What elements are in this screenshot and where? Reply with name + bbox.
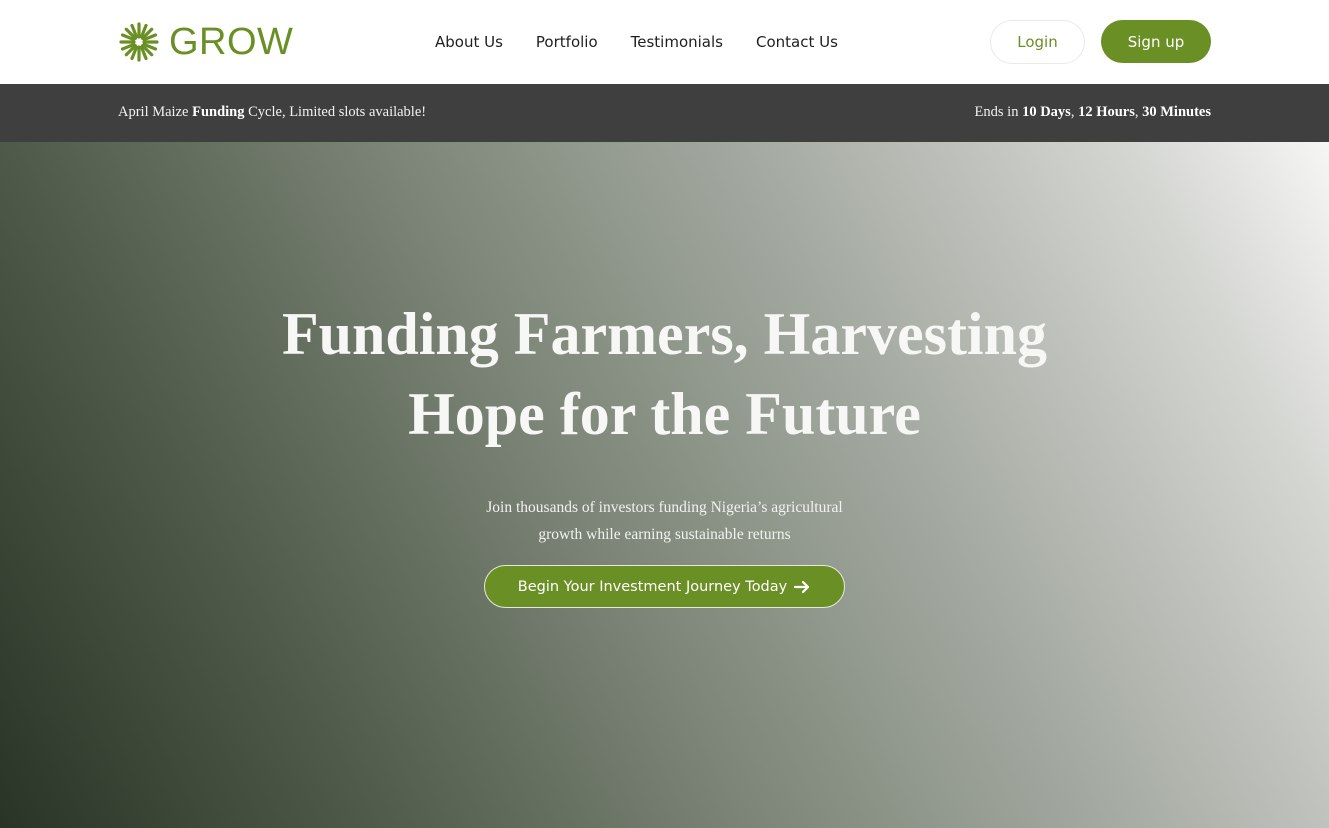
countdown: Ends in 10 Days, 12 Hours, 30 Minutes — [975, 104, 1211, 121]
arrow-right-icon — [793, 580, 811, 594]
countdown-days: 10 Days — [1022, 104, 1071, 120]
countdown-prefix: Ends in — [974, 104, 1023, 120]
login-button[interactable]: Login — [990, 20, 1085, 64]
announcement-message: April Maize Funding Cycle, Limited slots… — [118, 104, 426, 121]
hero-title-line-1: Funding Farmers, Harvesting — [282, 301, 1047, 367]
main-nav: About Us Portfolio Testimonials Contact … — [435, 31, 838, 53]
cta-label: Begin Your Investment Journey Today — [517, 578, 788, 595]
nav-link-about-us[interactable]: About Us — [435, 31, 503, 53]
countdown-separator: , — [1070, 104, 1079, 120]
nav-link-testimonials[interactable]: Testimonials — [631, 31, 723, 53]
announcement-prefix: April Maize — [118, 104, 193, 120]
begin-investment-button[interactable]: Begin Your Investment Journey Today — [484, 565, 845, 608]
hero-title-line-2: Hope for the Future — [408, 381, 921, 447]
hero-subtitle-line-1: Join thousands of investors funding Nige… — [486, 498, 843, 516]
site-header: GROW About Us Portfolio Testimonials Con… — [0, 0, 1329, 84]
announcement-suffix: Cycle, Limited slots available! — [244, 104, 427, 120]
logo-text: GROW — [169, 21, 294, 63]
hero-title: Funding Farmers, Harvesting Hope for the… — [0, 294, 1329, 454]
hero-subtitle: Join thousands of investors funding Nige… — [0, 494, 1329, 548]
sunburst-icon — [117, 20, 161, 64]
countdown-hours: 12 Hours — [1078, 104, 1135, 120]
announcement-highlight: Funding — [192, 104, 245, 120]
countdown-minutes: 30 Minutes — [1142, 104, 1211, 120]
nav-link-portfolio[interactable]: Portfolio — [536, 31, 598, 53]
hero-subtitle-line-2: growth while earning sustainable returns — [538, 525, 791, 543]
signup-button[interactable]: Sign up — [1101, 20, 1211, 63]
hero-section: Funding Farmers, Harvesting Hope for the… — [0, 142, 1329, 828]
announcement-bar: April Maize Funding Cycle, Limited slots… — [0, 84, 1329, 142]
logo[interactable]: GROW — [117, 20, 293, 64]
nav-link-contact-us[interactable]: Contact Us — [756, 31, 838, 53]
